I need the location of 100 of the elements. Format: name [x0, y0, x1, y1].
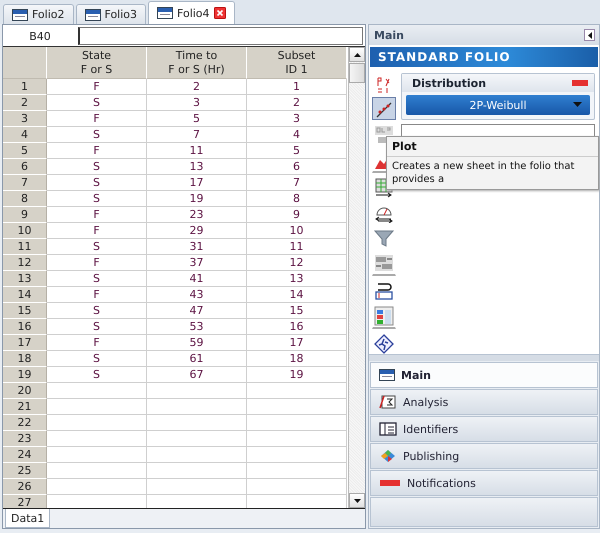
- table-cell: 41: [147, 271, 247, 287]
- column-header[interactable]: Time to F or S (Hr): [147, 47, 247, 79]
- row-number: 16: [3, 319, 47, 335]
- row-number: 8: [3, 191, 47, 207]
- table-cell: F: [47, 335, 147, 351]
- row-number: 19: [3, 367, 47, 383]
- table-cell: F: [47, 255, 147, 271]
- row-number: 23: [3, 431, 47, 447]
- row-number: 10: [3, 223, 47, 239]
- row-number: 27: [3, 495, 47, 508]
- cell-name-box[interactable]: B40: [5, 27, 75, 45]
- table-cell: 13: [147, 159, 247, 175]
- row-number: 26: [3, 479, 47, 495]
- table-cell: 3: [247, 111, 347, 127]
- folio-tab[interactable]: Folio4: [148, 1, 235, 24]
- table-cell: 11: [147, 143, 247, 159]
- vertical-scrollbar[interactable]: [348, 47, 365, 508]
- table-cell: F: [47, 79, 147, 95]
- table-cell: S: [47, 127, 147, 143]
- table-cell: 2: [147, 79, 247, 95]
- panel-title: Main: [374, 28, 404, 42]
- scrollbar-thumb[interactable]: [349, 63, 365, 83]
- row-number: 4: [3, 127, 47, 143]
- table-cell: 31: [147, 239, 247, 255]
- sheet-tab[interactable]: Data1: [5, 509, 50, 528]
- row-number: 3: [3, 111, 47, 127]
- row-number: 25: [3, 463, 47, 479]
- table-cell: 2: [247, 95, 347, 111]
- table-cell: 12: [247, 255, 347, 271]
- nav-item[interactable]: Publishing: [370, 443, 598, 469]
- table-cell: F: [47, 287, 147, 303]
- identifiers-icon: [379, 422, 397, 436]
- caret-icon: [573, 102, 582, 107]
- folio-icon: [84, 8, 101, 20]
- collapse-icon: [588, 32, 592, 38]
- column-header[interactable]: Subset ID 1: [247, 47, 347, 79]
- table-cell: F: [47, 223, 147, 239]
- tool-button[interactable]: [372, 97, 396, 120]
- row-number: 13: [3, 271, 47, 287]
- table-cell: S: [47, 175, 147, 191]
- table-cell: S: [47, 159, 147, 175]
- table-cell: 17: [247, 335, 347, 351]
- table-cell: 8: [247, 191, 347, 207]
- analysis-icon: [379, 395, 397, 409]
- table-cell: 15: [247, 303, 347, 319]
- table-cell: 53: [147, 319, 247, 335]
- filter-icon: [374, 228, 394, 248]
- row-number: 1: [3, 79, 47, 95]
- table-cell: 13: [247, 271, 347, 287]
- row-number: 22: [3, 415, 47, 431]
- folio-icon: [12, 8, 28, 20]
- row-number: 11: [3, 239, 47, 255]
- collapse-button[interactable]: [584, 29, 595, 41]
- convert-icon: [374, 253, 394, 273]
- row-number: 9: [3, 207, 47, 223]
- folio-tab[interactable]: Folio3: [76, 4, 146, 24]
- table-cell: S: [47, 319, 147, 335]
- table-cell: 19: [247, 367, 347, 383]
- scroll-up-icon[interactable]: [354, 52, 360, 56]
- table-cell: 11: [247, 239, 347, 255]
- table-cell: S: [47, 351, 147, 367]
- publishing-icon: [379, 449, 397, 463]
- column-header[interactable]: State F or S: [47, 47, 147, 79]
- table-cell: 17: [147, 175, 247, 191]
- table-cell: 61: [147, 351, 247, 367]
- table-cell: 6: [247, 159, 347, 175]
- link-icon: [374, 281, 394, 301]
- plot-icon: [374, 100, 394, 120]
- table-cell: S: [47, 239, 147, 255]
- nav-item[interactable]: Analysis: [370, 389, 598, 415]
- scroll-down-icon[interactable]: [354, 498, 360, 502]
- table-cell: 16: [247, 319, 347, 335]
- nav-item[interactable]: Identifiers: [370, 416, 598, 442]
- row-number: 14: [3, 287, 47, 303]
- table-cell: 67: [147, 367, 247, 383]
- table-cell: 23: [147, 207, 247, 223]
- table-cell: S: [47, 191, 147, 207]
- row-number: 15: [3, 303, 47, 319]
- row-number: 21: [3, 399, 47, 415]
- close-icon[interactable]: [214, 7, 226, 19]
- folio-banner: STANDARD FOLIO: [370, 47, 598, 67]
- table-cell: S: [47, 271, 147, 287]
- distribution-dropdown[interactable]: 2P-Weibull: [406, 95, 590, 115]
- row-number: 2: [3, 95, 47, 111]
- table-cell: 18: [247, 351, 347, 367]
- row-number: 5: [3, 143, 47, 159]
- table-cell: 7: [147, 127, 247, 143]
- row-number: 24: [3, 447, 47, 463]
- nav-item[interactable]: Main: [370, 362, 598, 388]
- table-cell: 19: [147, 191, 247, 207]
- table-cell: 4: [247, 127, 347, 143]
- folio-tab[interactable]: Folio2: [3, 4, 74, 24]
- row-number: 17: [3, 335, 47, 351]
- row-number: 18: [3, 351, 47, 367]
- table-cell: F: [47, 143, 147, 159]
- grid-icon: [374, 306, 394, 326]
- notification-bar-icon: [572, 80, 588, 86]
- table-cell: 47: [147, 303, 247, 319]
- table-cell: 9: [247, 207, 347, 223]
- nav-item[interactable]: Notifications: [370, 470, 598, 496]
